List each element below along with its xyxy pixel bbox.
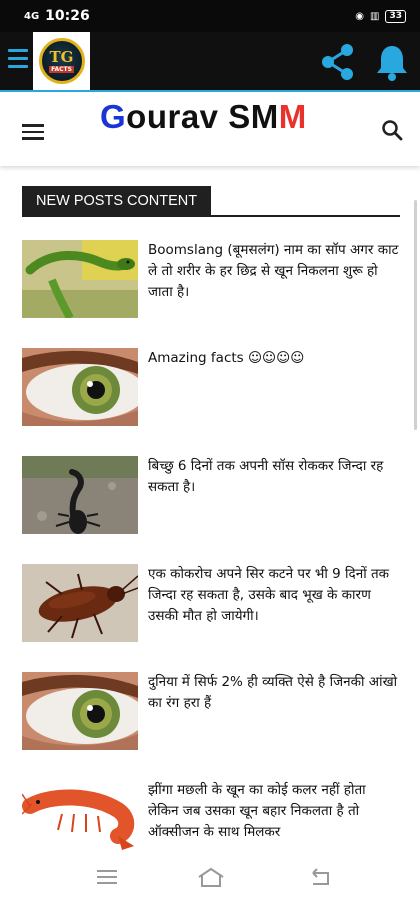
section-title: NEW POSTS CONTENT [22,186,212,216]
post-thumbnail-scorpion[interactable] [22,456,138,534]
site-header: Gourav SMM [0,90,420,166]
system-nav-bar [0,856,420,900]
bell-icon[interactable] [374,42,410,82]
post-item[interactable]: एक कोकरोच अपने सिर कटने पर भी 9 दिनों तक… [22,564,402,644]
post-title[interactable]: एक कोकरोच अपने सिर कटने पर भी 9 दिनों तक… [148,564,400,627]
post-item[interactable]: दुनिया में सिर्फ 2% ही व्यक्ति ऐसे है जि… [22,672,402,752]
app-menu-icon[interactable] [8,49,28,73]
back-icon[interactable] [306,864,336,890]
app-bar: TG FACTS [0,32,420,90]
tg-facts-logo: TG FACTS [38,38,85,84]
recent-apps-icon[interactable] [92,864,122,890]
post-item[interactable]: झींगा मछली के खून का कोई कलर नहीं होता ल… [22,780,402,860]
post-title[interactable]: दुनिया में सिर्फ 2% ही व्यक्ति ऐसे है जि… [148,672,400,714]
scrollbar[interactable] [414,200,417,430]
signal-indicator: 4G [24,10,40,22]
post-title[interactable]: झींगा मछली के खून का कोई कलर नहीं होता ल… [148,780,400,843]
post-thumbnail-eye[interactable] [22,672,138,750]
battery-icon: 33 [385,9,406,23]
eye-image [22,672,138,750]
site-brand[interactable]: Gourav SMM [100,98,307,136]
app-logo[interactable]: TG FACTS [33,32,90,90]
post-thumbnail-snake[interactable] [22,240,138,318]
brand-first-letter: G [100,98,127,135]
green-snake-image [22,240,138,318]
sim-icon: ▥ [370,10,380,22]
brand-middle: ourav SM [126,98,279,135]
post-item[interactable]: Boomslang (बूमसलंग) नाम का सॉप अगर काट ल… [22,240,402,320]
post-thumbnail-shrimp[interactable] [22,780,138,858]
eye-image [22,348,138,426]
new-posts-section: NEW POSTS CONTENT [22,186,400,217]
post-title[interactable]: Amazing facts ☺☺☺☺ [148,348,400,369]
logo-subtext: FACTS [49,65,74,73]
post-thumbnail-cockroach[interactable] [22,564,138,642]
home-icon[interactable] [196,864,226,890]
post-title[interactable]: Boomslang (बूमसलंग) नाम का सॉप अगर काट ल… [148,240,400,303]
status-time: 10:26 [45,8,90,24]
share-icon[interactable] [318,42,358,82]
scorpion-image [22,456,138,534]
status-icons: ◉ ▥ 33 [355,9,406,23]
shrimp-image [22,780,138,858]
post-thumbnail-eye[interactable] [22,348,138,426]
data-saver-icon: ◉ [355,10,365,22]
post-title[interactable]: बिच्छु 6 दिनों तक अपनी सॉस रोककर जिन्दा … [148,456,400,498]
search-icon[interactable] [380,118,404,142]
status-bar: 4G 10:26 ◉ ▥ 33 [0,0,420,32]
post-item[interactable]: Amazing facts ☺☺☺☺ [22,348,402,428]
site-menu-icon[interactable] [22,124,44,140]
post-item[interactable]: बिच्छु 6 दिनों तक अपनी सॉस रोककर जिन्दा … [22,456,402,536]
brand-last-letter: M [278,98,307,135]
cockroach-image [22,564,138,642]
logo-text: TG [49,47,74,66]
